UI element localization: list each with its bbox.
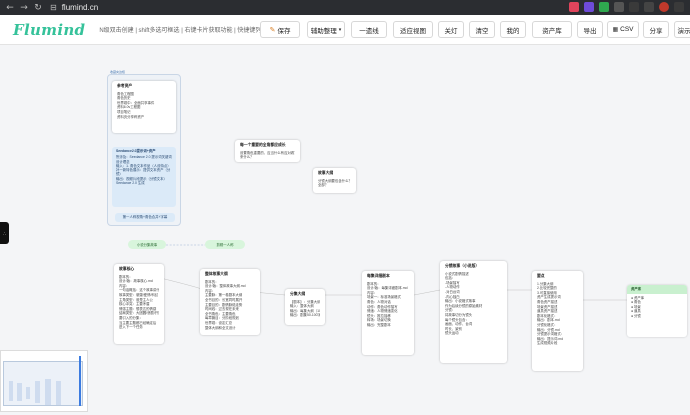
- card-line: 来什么？: [240, 155, 254, 160]
- fit-view-button[interactable]: 适应视图: [393, 21, 433, 38]
- export-button[interactable]: 导出: [577, 21, 603, 38]
- storyboard-novel-card[interactable]: 分镜故事（小说版） 小说式剧情描述 包括： -场景描写 -人物动作 -对白台词 …: [440, 261, 507, 363]
- reload-icon[interactable]: ↻: [32, 2, 44, 14]
- demo-button[interactable]: 演示: [674, 21, 690, 38]
- minimap[interactable]: [0, 350, 88, 412]
- card-line: 所涉及：Seedance 2.0 提示词关键词: [116, 155, 172, 160]
- avatar[interactable]: [659, 2, 669, 12]
- chevron-down-icon: ▾: [338, 26, 342, 33]
- asset-library-card[interactable]: 资产库 ● 资产库 ● 角色 ● 场景 ● 道具 ● 分镜: [627, 285, 687, 337]
- minimap-node: [56, 381, 61, 405]
- card-title: 每集详细剧本: [367, 274, 390, 278]
- edge-layer: [147, 244, 627, 301]
- card-line: 镜头运动: [445, 331, 459, 336]
- card-line: 整体大纲和全文设计: [205, 325, 236, 330]
- browser-chrome: ← → ↻ ⊟ flumind.cn: [0, 0, 690, 15]
- handle-icon: ∴: [3, 230, 6, 236]
- app-logo[interactable]: Flumind: [13, 21, 85, 39]
- card-line: 故事类型：悬疑/爱情/科幻: [119, 292, 159, 297]
- clear-button[interactable]: 清空: [469, 21, 495, 38]
- app-header: Flumind N级双击创建 | shift多选可框选 | 右键卡片获取功能 |…: [0, 15, 690, 45]
- card-line: 输出：剧集50-100字: [290, 313, 320, 318]
- side-panel-handle[interactable]: ∴: [0, 222, 9, 244]
- minimap-node: [26, 387, 30, 399]
- card-line: 生成视频片段: [537, 341, 558, 346]
- assets-button[interactable]: 资产库: [532, 21, 572, 38]
- minimap-node: [35, 381, 40, 403]
- group-tag: 收藏夹边框: [110, 70, 126, 74]
- first-person-card[interactable]: 第一人称视角+角色合并+字幕: [115, 213, 175, 222]
- browser-nav: ← → ↻: [4, 2, 44, 14]
- extension-icon[interactable]: [599, 2, 609, 12]
- one-line-button[interactable]: 一遗线: [351, 21, 387, 38]
- card-line: Seedance 2.0 生成: [116, 181, 145, 186]
- card-line: 资料页分享称资产: [117, 114, 145, 119]
- minimap-viewport[interactable]: [3, 361, 83, 406]
- card-title: 分集大纲: [290, 292, 306, 296]
- save-label: 保存: [277, 27, 291, 35]
- mine-button[interactable]: 我的: [500, 21, 526, 38]
- card-line: 输出：完整剧本: [367, 322, 391, 327]
- lights-off-button[interactable]: 关灯: [438, 21, 464, 38]
- card-title: 参考资产: [117, 84, 133, 88]
- assist-label: 辅助整理: [310, 27, 337, 35]
- app-window: Flumind N级双击创建 | shift多选可框选 | 右键卡片获取功能 |…: [0, 15, 690, 415]
- csv-label: CSV: [620, 26, 634, 33]
- card-line: 进入下一个任务: [119, 325, 143, 330]
- assist-dropdown[interactable]: 辅助整理 ▾: [307, 21, 345, 38]
- extension-icon[interactable]: [614, 2, 624, 12]
- card-title: Seedance2.0提示词+资产: [116, 149, 156, 153]
- minimap-node: [45, 379, 51, 405]
- table-icon: ▦: [612, 26, 619, 33]
- card-line: ● 分镜: [631, 313, 641, 318]
- minimap-node: [9, 381, 13, 401]
- card-title: 故事大纲: [318, 171, 334, 175]
- seedance-prompt-card[interactable]: Seedance2.0提示词+资产 所涉及：Seedance 2.0 提示词关键…: [112, 147, 176, 207]
- extension-icon[interactable]: [644, 2, 654, 12]
- growth-card[interactable]: 每一个重要的全角都应成长 设置角色重要的，应当什么有应对着？ 来什么？: [235, 140, 300, 162]
- extensions-bar: [569, 2, 684, 12]
- extension-icon[interactable]: [584, 2, 594, 12]
- first-person-edit-pill[interactable]: 剪辑一人称: [205, 240, 245, 249]
- back-icon[interactable]: ←: [4, 2, 16, 14]
- csv-button[interactable]: ▦ CSV: [607, 21, 639, 38]
- novel-episode-pill[interactable]: 小说分集故事: [128, 240, 166, 249]
- share-button[interactable]: 分享: [643, 21, 669, 38]
- key-points-card[interactable]: 要点 1.分集大纲 2.比较完整的 3.可直接使用 资产生成提示词 角色资产描述…: [532, 271, 583, 371]
- card-title: 每一个重要的全角都应成长: [240, 143, 286, 147]
- overall-outline-card[interactable]: 整体故事大纲 剧本的： 设计/版：整体故事大纲.md 内容： 主要脉：第一卷剧本…: [200, 269, 260, 335]
- mind-map-canvas[interactable]: 收藏夹边框 参考资产 角色工程图 角色历史 世界观中：全面共享事件 资料6.0v…: [0, 45, 690, 415]
- card-title: 故事核心: [119, 267, 135, 271]
- card-line: 全部？: [318, 183, 329, 188]
- site-info-icon[interactable]: ⊟: [50, 3, 57, 12]
- minimap-node: [17, 383, 22, 401]
- extension-icon[interactable]: [629, 2, 639, 12]
- story-core-card[interactable]: 故事核心 剧本的： 设计/版：故事核心.md 内容： 一句话概括：这个故事讲什么…: [114, 264, 164, 344]
- episode-outline-card[interactable]: 分集大纲 【剧本】：分集大纲篇 输入：整体大纲 输出：每集大纲（10集一组，共6…: [285, 289, 325, 325]
- minimap-scroll-indicator: [79, 356, 81, 406]
- card-title: 整体故事大纲: [205, 272, 228, 276]
- menu-icon[interactable]: [674, 2, 684, 12]
- card-line: 补一新特色展示：提供文本资产（分镜）: [116, 168, 171, 177]
- card-title: 资产库: [627, 285, 687, 294]
- address-bar[interactable]: ⊟ flumind.cn: [50, 2, 98, 13]
- save-button[interactable]: ✎ 保存: [260, 21, 300, 38]
- extension-icon[interactable]: [569, 2, 579, 12]
- app-subtitle: N级双击创建 | shift多选可框选 | 右键卡片获取功能 | 快捷键列表: [99, 28, 268, 34]
- story-outline-card[interactable]: 故事大纲 分镜大纲要包含什么？ 全部？: [313, 168, 356, 193]
- reference-assets-card[interactable]: 参考资产 角色工程图 角色历史 世界观中：全面共享事件 资料6.0v工程图 项目…: [112, 81, 176, 133]
- url-text[interactable]: flumind.cn: [62, 3, 98, 12]
- detailed-script-card[interactable]: 每集详细剧本 剧本的： 设计/版：每集详细剧本.md 内容： 场景一：标准场景格…: [362, 271, 414, 355]
- save-icon: ✎: [269, 25, 276, 34]
- card-title: 要点: [537, 274, 545, 278]
- card-title: 分镜故事（小说版）: [445, 264, 480, 268]
- forward-icon[interactable]: →: [18, 2, 30, 14]
